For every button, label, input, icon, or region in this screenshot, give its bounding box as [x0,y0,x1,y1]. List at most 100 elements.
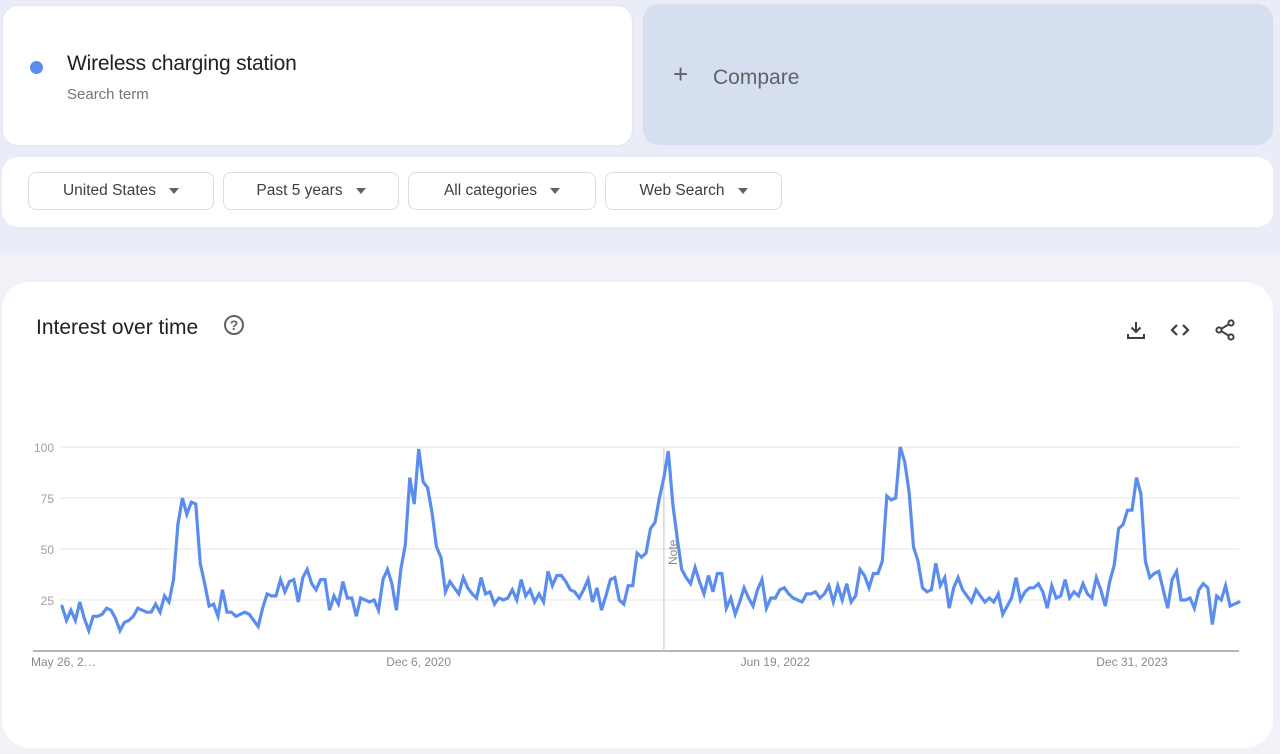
data-point [1223,584,1227,588]
data-point [408,475,412,479]
data-point [693,565,697,569]
data-point [987,596,991,600]
data-point [430,510,434,514]
data-point [925,590,929,594]
data-point [122,620,126,624]
data-point [104,606,108,610]
data-point [831,600,835,604]
data-point [1009,596,1013,600]
data-point [1237,600,1241,604]
data-point [1090,596,1094,600]
data-point [1094,575,1098,579]
data-point [425,486,429,490]
data-point [920,586,924,590]
data-point [176,522,180,526]
data-point [1215,594,1219,598]
data-point [506,596,510,600]
data-point [836,584,840,588]
data-point [960,588,964,592]
data-point [225,610,229,614]
data-point [1201,581,1205,585]
data-point [523,594,527,598]
data-point [194,502,198,506]
data-point [363,598,367,602]
data-point [1148,575,1152,579]
data-point [907,490,911,494]
data-point [162,594,166,598]
data-point [1023,590,1027,594]
data-point [702,592,706,596]
data-point [327,608,331,612]
data-point [1188,596,1192,600]
data-point [309,581,313,585]
data-point [911,545,915,549]
data-point [1197,588,1201,592]
data-point [822,592,826,596]
data-point [461,575,465,579]
data-point [109,608,113,612]
data-point [840,598,844,602]
data-point [345,596,349,600]
data-point [1112,563,1116,567]
data-point [586,577,590,581]
data-point [1125,508,1129,512]
data-point [153,602,157,606]
data-point [100,612,104,616]
data-point [443,590,447,594]
series-line-wireless-charging-station [60,446,1241,636]
data-point [1143,559,1147,563]
data-point [78,600,82,604]
data-point [729,596,733,600]
data-point [372,598,376,602]
data-point [118,628,122,632]
data-point [978,594,982,598]
data-point [113,616,117,620]
data-point [385,567,389,571]
data-point [367,600,371,604]
data-point [87,628,91,632]
data-point [1005,604,1009,608]
data-point [287,579,291,583]
data-point [515,598,519,602]
data-point [626,584,630,588]
data-point [671,502,675,506]
data-point [1161,588,1165,592]
data-point [434,545,438,549]
data-point [706,573,710,577]
data-point [969,600,973,604]
data-point [773,596,777,600]
x-tick-label: Dec 6, 2020 [386,655,451,669]
data-point [216,614,220,618]
data-point [73,618,77,622]
data-point [1081,581,1085,585]
data-point [711,590,715,594]
data-point [1072,590,1076,594]
data-point [965,594,969,598]
data-point [737,600,741,604]
data-point [595,586,599,590]
data-point [867,586,871,590]
data-point [292,577,296,581]
data-point [764,606,768,610]
data-point [1041,590,1045,594]
data-point [497,596,501,600]
data-point [234,614,238,618]
data-point [617,598,621,602]
data-point [755,588,759,592]
data-point [974,588,978,592]
data-point [622,602,626,606]
data-point [1076,594,1080,598]
data-point [577,596,581,600]
data-point [844,581,848,585]
data-point [876,571,880,575]
data-point [613,575,617,579]
data-point [751,604,755,608]
data-point [996,592,1000,596]
data-point [546,569,550,573]
data-point [519,577,523,581]
data-point [1045,606,1049,610]
data-point [341,579,345,583]
data-point [1058,594,1062,598]
data-point [296,600,300,604]
data-point [1152,571,1156,575]
